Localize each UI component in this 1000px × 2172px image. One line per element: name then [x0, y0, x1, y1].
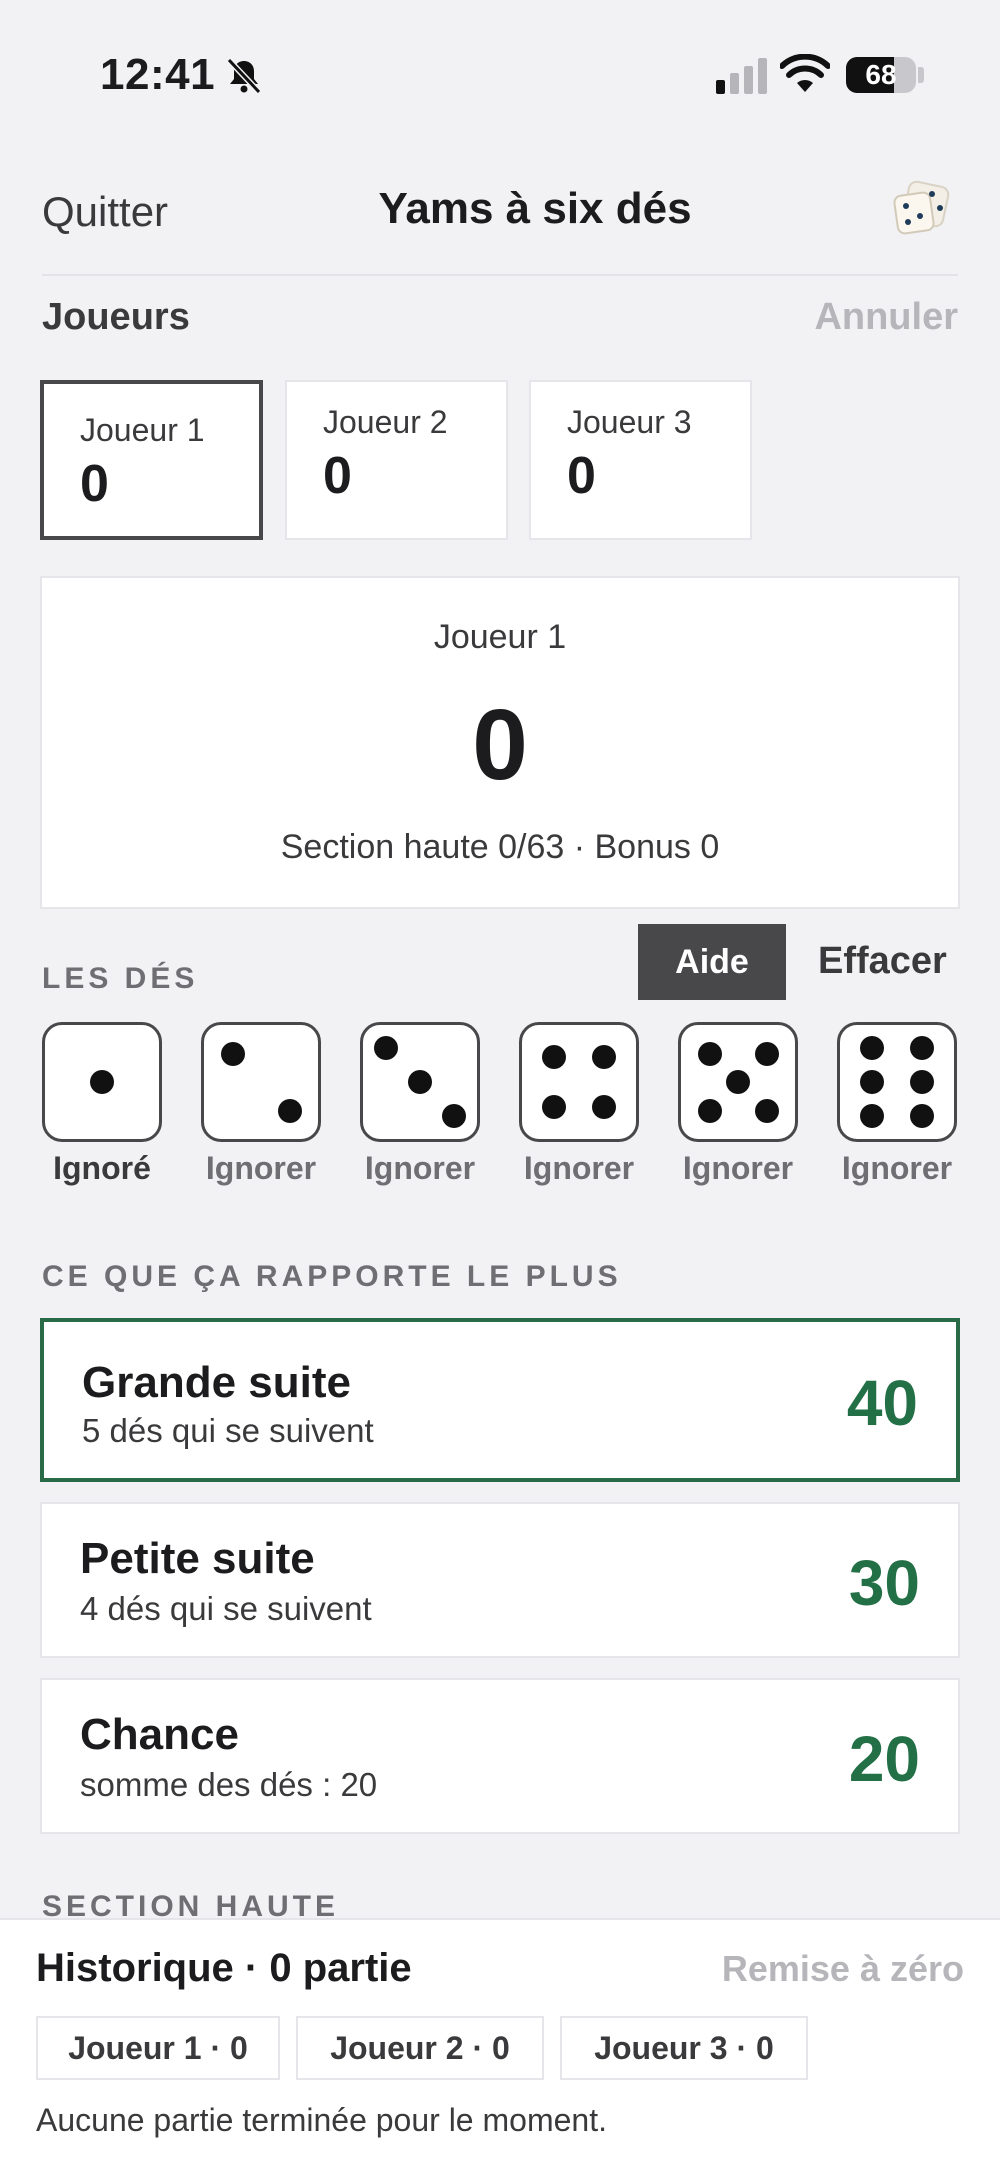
cancel-button[interactable]: Annuler — [814, 296, 958, 339]
die-pip — [541, 1095, 566, 1120]
player-score: 0 — [567, 447, 596, 505]
die-pip — [697, 1098, 722, 1123]
die-ignore-toggle-3[interactable]: Ignorer — [350, 1150, 490, 1187]
die-5[interactable] — [678, 1022, 798, 1142]
current-player-panel: Joueur 1 0 Section haute 0/63 · Bonus 0 — [40, 576, 960, 909]
clear-button[interactable]: Effacer — [818, 940, 947, 983]
history-chip-player-2: Joueur 2 · 0 — [296, 2016, 544, 2080]
nav-bar: Quitter Yams à six dés — [0, 170, 1000, 270]
history-chip-player-3: Joueur 3 · 0 — [560, 2016, 808, 2080]
die-1[interactable] — [42, 1022, 162, 1142]
dice-section-title: LES DÉS — [42, 962, 199, 995]
battery-indicator: 68 — [846, 57, 916, 93]
history-title: Historique · 0 partie — [36, 1946, 412, 1990]
die-pip — [754, 1098, 779, 1123]
player-card-3[interactable]: Joueur 3 0 — [529, 380, 752, 540]
die-3[interactable] — [360, 1022, 480, 1142]
suggestion-name: Chance — [80, 1710, 239, 1759]
die-pip — [90, 1070, 114, 1094]
die-pip — [910, 1035, 935, 1060]
dice-icon — [893, 180, 950, 235]
die-pip — [859, 1070, 884, 1094]
die-pip — [859, 1035, 884, 1060]
die-pip — [442, 1104, 467, 1129]
current-player-name: Joueur 1 — [433, 618, 567, 656]
die-pip — [910, 1104, 935, 1129]
die-pip — [277, 1098, 302, 1123]
suggestion-name: Petite suite — [80, 1534, 315, 1583]
die-pip — [373, 1035, 398, 1060]
die-6[interactable] — [837, 1022, 957, 1142]
wifi-icon — [780, 54, 830, 92]
player-card-2[interactable]: Joueur 2 0 — [285, 380, 508, 540]
suggestions-title: CE QUE ÇA RAPPORTE LE PLUS — [42, 1260, 622, 1293]
battery-cap — [918, 67, 924, 83]
die-pip — [220, 1041, 245, 1066]
upper-section-summary: Section haute 0/63 · Bonus 0 — [280, 828, 720, 866]
die-pip — [726, 1070, 750, 1094]
status-bar: 12:41 68 — [0, 0, 1000, 150]
die-ignore-toggle-2[interactable]: Ignorer — [191, 1150, 331, 1187]
player-score: 0 — [80, 455, 109, 513]
status-time: 12:41 — [100, 50, 216, 99]
suggestion-description: 4 dés qui se suivent — [80, 1590, 372, 1627]
die-pip — [910, 1070, 935, 1094]
die-pip — [754, 1041, 779, 1066]
suggestion-card-large-straight[interactable]: Grande suite 5 dés qui se suivent 40 — [40, 1318, 960, 1482]
die-pip — [408, 1070, 432, 1094]
die-ignore-toggle-1[interactable]: Ignoré — [32, 1150, 172, 1187]
help-button[interactable]: Aide — [638, 924, 786, 1000]
player-name: Joueur 2 — [323, 404, 448, 440]
die-ignore-toggle-5[interactable]: Ignorer — [668, 1150, 808, 1187]
die-pip — [697, 1041, 722, 1066]
history-chip-player-1: Joueur 1 · 0 — [36, 2016, 280, 2080]
player-name: Joueur 3 — [567, 404, 692, 440]
suggestion-description: somme des dés : 20 — [80, 1766, 378, 1803]
suggestion-points: 30 — [848, 1547, 920, 1619]
battery-level: 68 — [865, 59, 897, 90]
die-4[interactable] — [519, 1022, 639, 1142]
cellular-signal-icon — [716, 58, 767, 94]
die-pip — [541, 1044, 566, 1069]
bell-slash-icon — [226, 57, 262, 95]
current-player-score: 0 — [472, 689, 528, 801]
die-ignore-toggle-4[interactable]: Ignorer — [509, 1150, 649, 1187]
player-card-1[interactable]: Joueur 1 0 — [40, 380, 263, 540]
suggestion-card-chance[interactable]: Chance somme des dés : 20 20 — [40, 1678, 960, 1834]
die-pip — [592, 1095, 617, 1120]
suggestion-points: 20 — [848, 1723, 920, 1795]
page-title: Yams à six dés — [378, 184, 692, 233]
suggestion-points: 40 — [846, 1367, 918, 1439]
nav-divider — [42, 274, 958, 276]
die-ignore-toggle-6[interactable]: Ignorer — [827, 1150, 967, 1187]
history-panel: Historique · 0 partie Remise à zéro Joue… — [0, 1918, 1000, 2172]
die-pip — [592, 1044, 617, 1069]
player-score: 0 — [323, 447, 352, 505]
suggestion-card-small-straight[interactable]: Petite suite 4 dés qui se suivent 30 — [40, 1502, 960, 1658]
reset-button[interactable]: Remise à zéro — [722, 1948, 964, 1990]
history-empty-message: Aucune partie terminée pour le moment. — [36, 2102, 607, 2138]
suggestion-description: 5 dés qui se suivent — [82, 1412, 374, 1449]
die-pip — [859, 1104, 884, 1129]
die-2[interactable] — [201, 1022, 321, 1142]
suggestion-name: Grande suite — [82, 1358, 351, 1407]
player-name: Joueur 1 — [80, 412, 205, 448]
players-section-title: Joueurs — [42, 296, 190, 338]
